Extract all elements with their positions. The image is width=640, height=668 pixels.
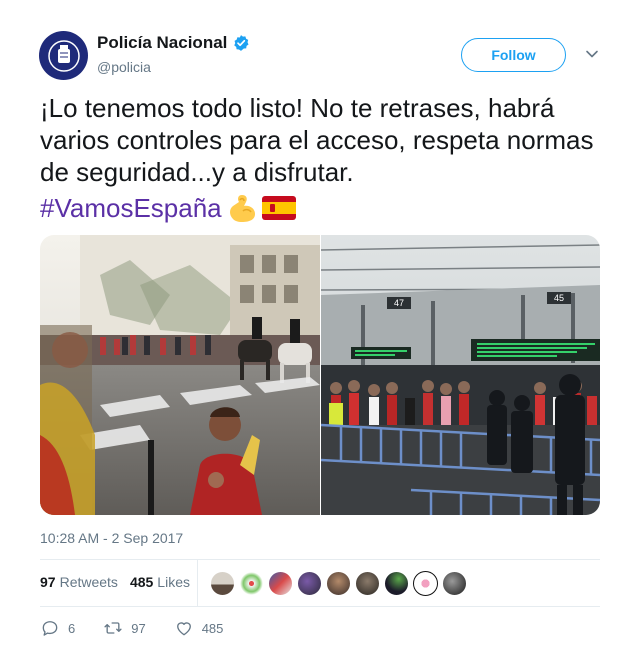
liker-avatar[interactable] — [326, 571, 351, 596]
liker-avatar[interactable] — [355, 571, 380, 596]
liker-avatar[interactable] — [268, 571, 293, 596]
liker-avatar[interactable] — [413, 571, 438, 596]
retweet-icon — [104, 622, 122, 634]
retweet-stat-label: Retweets — [59, 574, 118, 590]
stadium-entrance-image: 47 45 — [321, 235, 600, 515]
reply-button[interactable]: 6 — [40, 618, 75, 638]
liker-avatar[interactable] — [210, 571, 235, 596]
liker-avatar[interactable] — [297, 571, 322, 596]
avatar[interactable] — [39, 31, 88, 80]
author-handle[interactable]: @policia — [97, 59, 151, 75]
liker-avatar[interactable] — [384, 571, 409, 596]
hashtag-line: #VamosEspaña — [40, 190, 296, 226]
reply-count: 6 — [68, 620, 76, 636]
chevron-down-icon[interactable] — [584, 46, 600, 62]
liker-avatar[interactable] — [442, 571, 467, 596]
like-stat[interactable]: 485 Likes — [130, 574, 190, 590]
retweet-count: 97 — [131, 620, 146, 636]
follow-button[interactable]: Follow — [461, 38, 566, 72]
gate-sign-45: 45 — [554, 293, 564, 303]
like-stat-count: 485 — [129, 574, 154, 590]
verified-badge-icon — [234, 35, 249, 51]
author-name-text[interactable]: Policía Nacional — [97, 33, 227, 53]
flexed-biceps-emoji — [229, 195, 255, 222]
like-stat-label: Likes — [157, 574, 190, 590]
liker-avatars — [210, 571, 471, 596]
retweet-button[interactable]: 97 — [103, 618, 146, 638]
author-name[interactable]: Policía Nacional — [97, 33, 250, 53]
reply-icon — [42, 621, 58, 636]
retweet-stat[interactable]: 97 Retweets — [40, 574, 118, 590]
media-grid: 47 45 — [40, 235, 600, 515]
gate-sign-47: 47 — [394, 298, 404, 308]
retweet-stat-count: 97 — [40, 574, 56, 590]
police-badge-icon — [47, 39, 80, 72]
hashtag-link[interactable]: #VamosEspaña — [40, 193, 222, 224]
stats-separator — [197, 560, 198, 606]
tweet-text: ¡Lo tenemos todo listo! No te retrases, … — [40, 93, 594, 187]
like-button[interactable]: 485 — [174, 618, 224, 638]
spain-flag-emoji — [261, 196, 296, 220]
stats-row: 97 Retweets 485 Likes — [40, 574, 202, 590]
tweet-actions: 6 97 485 — [40, 618, 251, 638]
divider-bottom — [40, 606, 600, 607]
divider-top — [40, 559, 600, 560]
street-scene-image — [40, 235, 320, 515]
photo-street-scene[interactable] — [40, 235, 320, 515]
heart-icon — [176, 622, 191, 636]
tweet-timestamp[interactable]: 10:28 AM - 2 Sep 2017 — [40, 530, 183, 546]
like-count: 485 — [201, 620, 224, 636]
photo-stadium-entrance[interactable]: 47 45 — [321, 235, 600, 515]
liker-avatar[interactable] — [239, 571, 264, 596]
